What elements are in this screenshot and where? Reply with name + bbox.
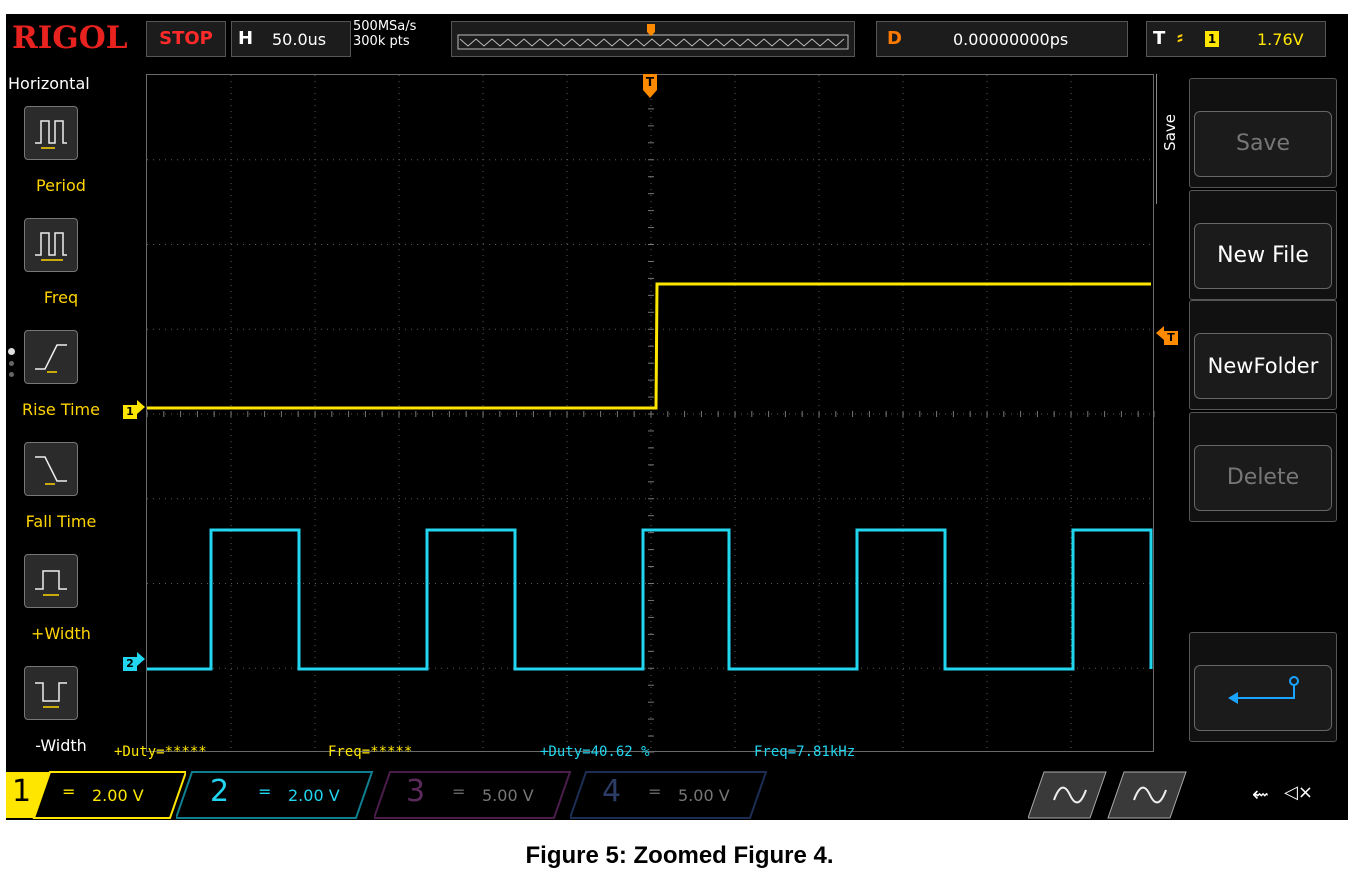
- memory-overview[interactable]: [451, 21, 855, 57]
- trigger-label: T: [1153, 28, 1166, 49]
- channel-2-tab-shape: [176, 771, 374, 819]
- channel-3-coupling: =: [452, 782, 466, 801]
- timebase-value: 50.0us: [272, 30, 327, 49]
- delay-label: D: [887, 28, 902, 49]
- freq-button[interactable]: [24, 218, 78, 272]
- rise-time-button[interactable]: [24, 330, 78, 384]
- memory-depth: 300k pts: [353, 34, 410, 49]
- channel-1-number: 1: [12, 774, 32, 809]
- timebase-box[interactable]: H 50.0us: [231, 21, 351, 57]
- new-folder-button[interactable]: NewFolder: [1189, 300, 1337, 410]
- negative-width-button[interactable]: [24, 666, 78, 720]
- ch2-offset-marker[interactable]: 2: [123, 652, 145, 671]
- menu-page-dots: [8, 348, 15, 377]
- save-tab-divider: [1156, 74, 1157, 204]
- rising-edge-icon: ⸗: [1177, 27, 1183, 48]
- channel-1-coupling: =: [62, 782, 76, 801]
- channel-3-tab-shape: [374, 771, 572, 819]
- channel-4-tab-shape: [570, 771, 768, 819]
- delay-value: 0.00000000ps: [953, 30, 1069, 49]
- fall-time-button[interactable]: [24, 442, 78, 496]
- measurement-ch2-duty: +Duty=40.62 %: [540, 744, 650, 760]
- channel-4-tab[interactable]: [570, 770, 770, 820]
- measurement-ch2-freq: Freq=7.81kHz: [754, 744, 856, 760]
- math-sine-icons[interactable]: [1027, 770, 1208, 820]
- trigger-position-marker[interactable]: T: [643, 74, 657, 98]
- fall-time-label: Fall Time: [25, 512, 97, 531]
- oscilloscope-screen: RIGOL STOP H 50.0us 500MSa/s 300k pts D …: [6, 14, 1348, 820]
- timebase-label: H: [238, 28, 254, 49]
- channel-2-coupling: =: [258, 782, 272, 801]
- save-menu-tab: Save: [1161, 114, 1179, 151]
- channel-4-coupling: =: [648, 782, 662, 801]
- return-button-face: [1194, 665, 1332, 731]
- acquisition-info: 500MSa/s 300k pts: [353, 19, 416, 49]
- freq-label: Freq: [43, 288, 79, 307]
- positive-width-button[interactable]: [24, 554, 78, 608]
- channel-3-tab[interactable]: [374, 770, 574, 820]
- waveform-plot: [147, 75, 1155, 753]
- negative-width-icon: [35, 682, 67, 708]
- save-button[interactable]: Save: [1189, 78, 1337, 188]
- period-label: Period: [36, 176, 86, 195]
- ch2-waveform: [147, 528, 1153, 671]
- mute-speaker-icon[interactable]: ◁×: [1284, 782, 1313, 803]
- rise-time-label: Rise Time: [22, 400, 100, 419]
- period-button[interactable]: [24, 106, 78, 160]
- return-button[interactable]: [1189, 632, 1337, 742]
- new-folder-button-label: NewFolder: [1194, 333, 1332, 399]
- delete-button-label: Delete: [1194, 445, 1332, 511]
- delete-button[interactable]: Delete: [1189, 412, 1337, 522]
- positive-width-label: +Width: [31, 624, 91, 643]
- channel-4-number: 4: [602, 774, 622, 809]
- trigger-level-marker[interactable]: T: [1156, 326, 1178, 345]
- trigger-level: 1.76V: [1257, 30, 1304, 49]
- rise-time-icon: [35, 344, 67, 373]
- channel-3-number: 3: [406, 774, 426, 809]
- channel-2-tab[interactable]: [176, 770, 376, 820]
- channel-1-scale: 2.00 V: [92, 786, 144, 805]
- return-arrow-icon: [1228, 676, 1299, 704]
- measurement-ch1-freq: Freq=*****: [328, 744, 413, 760]
- brand-logo: RIGOL: [12, 20, 128, 56]
- delay-box[interactable]: D 0.00000000ps: [876, 21, 1128, 57]
- left-menu-title: Horizontal: [8, 74, 90, 93]
- negative-width-label: -Width: [35, 736, 87, 755]
- ch1-offset-marker[interactable]: 1: [123, 400, 145, 419]
- freq-icon: [35, 232, 67, 261]
- new-file-button-label: New File: [1194, 223, 1332, 289]
- ch2-marker-label: 2: [123, 657, 137, 671]
- waveform-grid[interactable]: [146, 74, 1155, 753]
- positive-width-icon: [35, 570, 67, 596]
- channel-2-scale: 2.00 V: [288, 786, 340, 805]
- save-button-label: Save: [1194, 111, 1332, 177]
- trigger-box[interactable]: T ⸗ 1 1.76V: [1146, 21, 1326, 57]
- trigger-source: 1: [1205, 31, 1219, 47]
- channel-3-scale: 5.00 V: [482, 786, 534, 805]
- period-icon: [35, 120, 67, 149]
- new-file-button[interactable]: New File: [1189, 190, 1337, 300]
- ch1-marker-label: 1: [123, 405, 137, 419]
- sine-wave-icon: [1027, 771, 1187, 819]
- channel-2-number: 2: [210, 774, 230, 809]
- run-stop-indicator[interactable]: STOP: [146, 21, 226, 57]
- usb-icon: ⇜: [1252, 782, 1269, 806]
- fall-time-icon: [35, 456, 67, 485]
- measurement-ch1-duty: +Duty=*****: [114, 744, 207, 760]
- figure-caption: Figure 5: Zoomed Figure 4.: [525, 842, 834, 869]
- trigger-position-label: T: [643, 74, 657, 90]
- channel-4-scale: 5.00 V: [678, 786, 730, 805]
- sample-rate: 500MSa/s: [353, 19, 417, 34]
- trigger-level-label: T: [1164, 331, 1178, 345]
- memory-waveform-icon: [457, 24, 849, 50]
